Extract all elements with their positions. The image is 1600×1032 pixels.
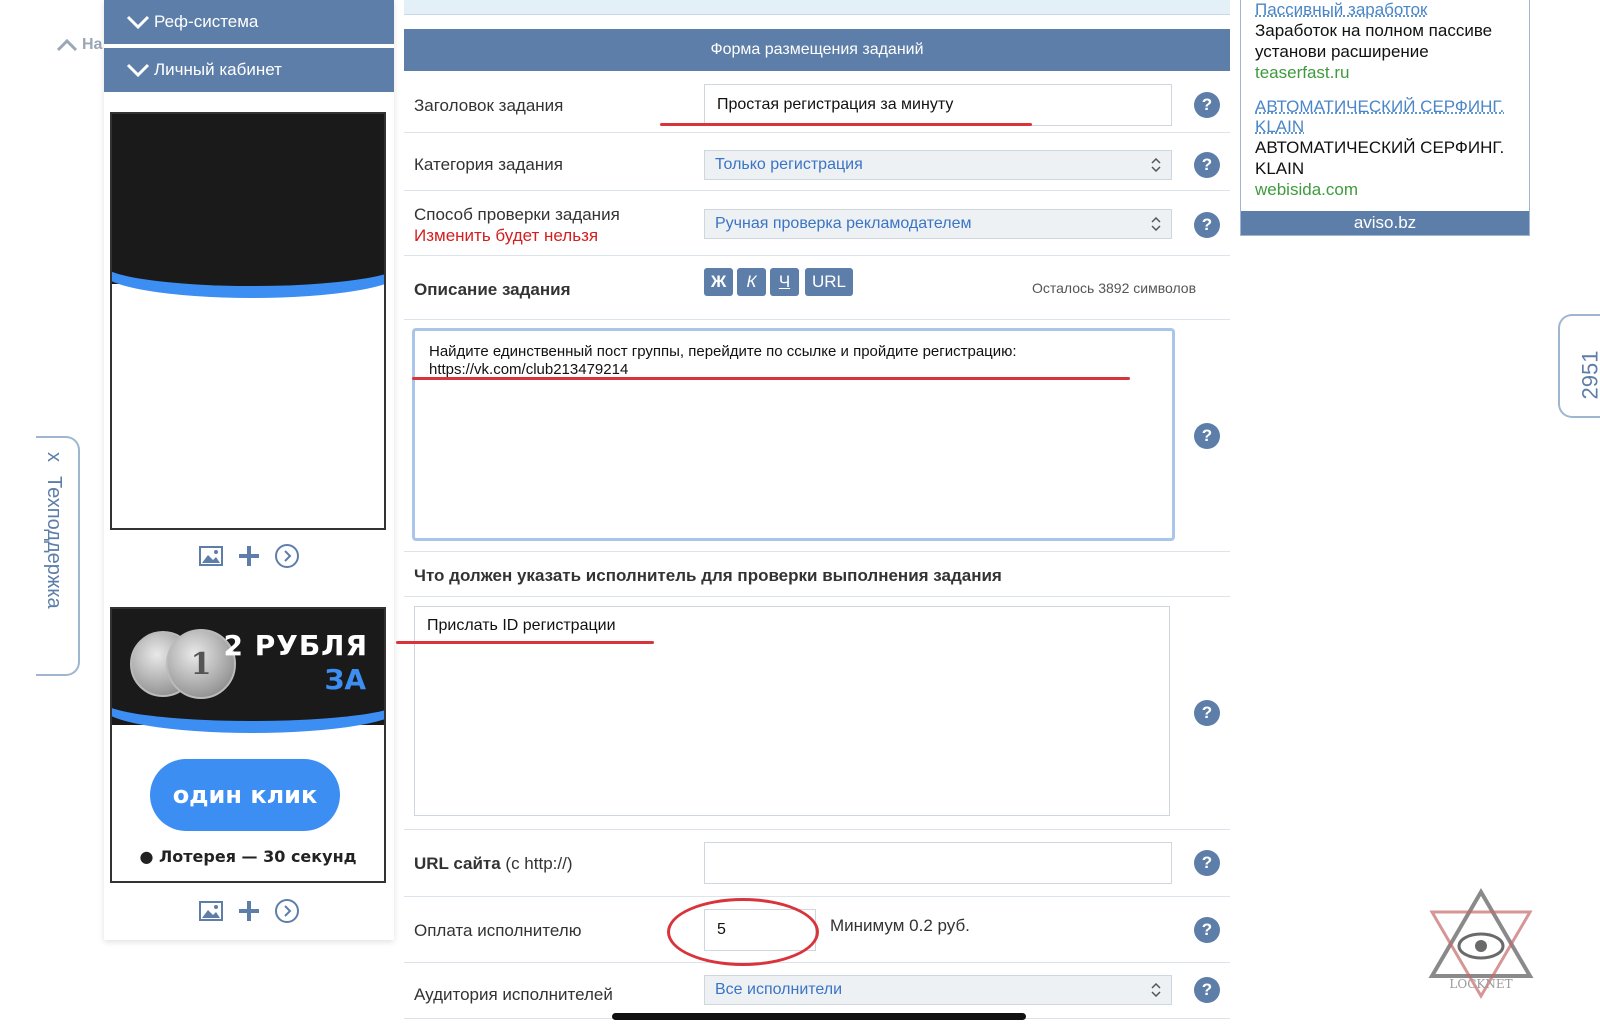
nav-personal-cabinet-label: Личный кабинет [154,60,282,79]
help-icon[interactable]: ? [1194,423,1220,449]
support-close-icon[interactable]: x [43,452,66,462]
left-sidebar: Реф-система Личный кабинет 1 2 РУБЛЯ ЗА … [104,0,394,940]
support-label: Техподдержка [43,476,66,609]
audience-label: Аудитория исполнителей [414,985,613,1004]
annotation-underline [660,123,1032,126]
scroll-top-button[interactable]: На [56,36,102,54]
support-tab[interactable]: x Техподдержка [36,436,80,676]
image-icon[interactable] [198,543,224,569]
site-url-label-rest: (с http://) [500,854,573,873]
task-title-input[interactable]: Простая регистрация за минуту [704,84,1172,126]
chevron-up-icon [56,38,78,52]
site-url-label-bold: URL сайта [414,854,501,873]
check-method-warning: Изменить будет нельзя [414,226,599,245]
check-method-select[interactable]: Ручная проверка рекламодателем [704,209,1172,239]
title-label: Заголовок задания [414,96,564,115]
ad-link-1[interactable]: Пассивный заработок [1255,0,1523,20]
row-verify-heading: Что должен указать исполнитель для прове… [404,552,1230,597]
help-icon[interactable]: ? [1194,700,1220,726]
url-button[interactable]: URL [805,268,853,296]
ad-footer[interactable]: aviso.bz [1241,211,1529,235]
payment-label: Оплата исполнителю [414,921,582,940]
watermark-logo: LOCKNET [1428,888,1534,999]
ad-banner-1[interactable] [110,112,386,530]
description-textarea[interactable]: Найдите единственный пост группы, перейд… [412,328,1175,541]
nav-ref-system[interactable]: Реф-система [104,0,394,44]
image-icon[interactable] [198,898,224,924]
banner-title: 2 РУБЛЯ [223,629,368,662]
ad-box: Пассивный заработок Заработок на полном … [1240,0,1530,236]
annotation-circle [667,898,819,966]
ad-url-2[interactable]: webisida.com [1255,179,1523,200]
audience-select-value: Все исполнители [715,981,843,998]
coin-text: 1 [190,646,212,682]
verify-textarea-value: Прислать ID регистрации [427,617,616,634]
online-counter-tab[interactable]: 2951 [1558,314,1600,418]
underline-button[interactable]: Ч [770,268,799,296]
scroll-top-label: На [82,36,103,53]
banner-title-2: ЗА [324,663,366,696]
nav-ref-system-label: Реф-система [154,12,259,31]
watermark-text: LOCKNET [1449,977,1512,991]
check-method-label: Способ проверки задания [414,205,620,224]
payment-minimum-note: Минимум 0.2 руб. [830,916,970,935]
remaining-chars: Осталось 3892 символов [1032,280,1197,296]
verify-textarea[interactable]: Прислать ID регистрации [414,606,1170,816]
arrow-right-circle-icon[interactable] [274,543,300,569]
category-select-value: Только регистрация [715,156,863,173]
category-select[interactable]: Только регистрация [704,150,1172,180]
bold-button[interactable]: Ж [704,268,733,296]
banner-dark-area [112,114,384,284]
verify-label: Что должен указать исполнитель для прове… [414,566,1002,585]
plus-icon[interactable] [236,898,262,924]
ad-banner-2[interactable]: 1 2 РУБЛЯ ЗА один клик ● Лотерея — 30 се… [110,607,386,883]
ad-text-2: АВТОМАТИЧЕСКИЙ СЕРФИНГ. KLAIN [1255,138,1505,178]
annotation-underline [412,377,1130,380]
online-counter-value: 2951 [1577,350,1600,400]
help-icon[interactable]: ? [1194,92,1220,118]
ad-text-1: Заработок на полном пассиве установи рас… [1255,21,1493,61]
annotation-underline [396,641,654,644]
select-arrows-icon [1151,217,1161,231]
chevron-down-icon [126,15,150,29]
banner-tools [198,542,308,570]
form-header: Форма размещения заданий [404,29,1230,71]
nav-personal-cabinet[interactable]: Личный кабинет [104,48,394,92]
arrow-right-circle-icon[interactable] [274,898,300,924]
help-icon[interactable]: ? [1194,152,1220,178]
help-icon[interactable]: ? [1194,850,1220,876]
help-icon[interactable]: ? [1194,917,1220,943]
description-line-1: Найдите единственный пост группы, перейд… [429,343,1017,360]
banner-tools [198,897,308,925]
help-icon[interactable]: ? [1194,977,1220,1003]
audience-select[interactable]: Все исполнители [704,975,1172,1005]
help-icon[interactable]: ? [1194,212,1220,238]
category-label: Категория задания [414,155,563,174]
plus-icon[interactable] [236,543,262,569]
site-url-label: URL сайта (с http://) [414,854,573,874]
select-arrows-icon [1151,983,1161,997]
select-arrows-icon [1151,158,1161,172]
ad-link-2[interactable]: АВТОМАТИЧЕСКИЙ СЕРФИНГ. KLAIN [1255,97,1523,137]
site-url-input[interactable] [704,842,1172,884]
top-strip [404,0,1230,15]
description-label: Описание задания [414,280,571,299]
home-indicator [612,1013,1026,1020]
check-method-select-value: Ручная проверка рекламодателем [715,215,972,232]
one-click-button[interactable]: один клик [150,759,340,831]
chevron-down-icon [126,63,150,77]
banner-footer: ● Лотерея — 30 секунд [139,847,357,866]
italic-button[interactable]: К [737,268,766,296]
ad-url-1[interactable]: teaserfast.ru [1255,62,1523,83]
